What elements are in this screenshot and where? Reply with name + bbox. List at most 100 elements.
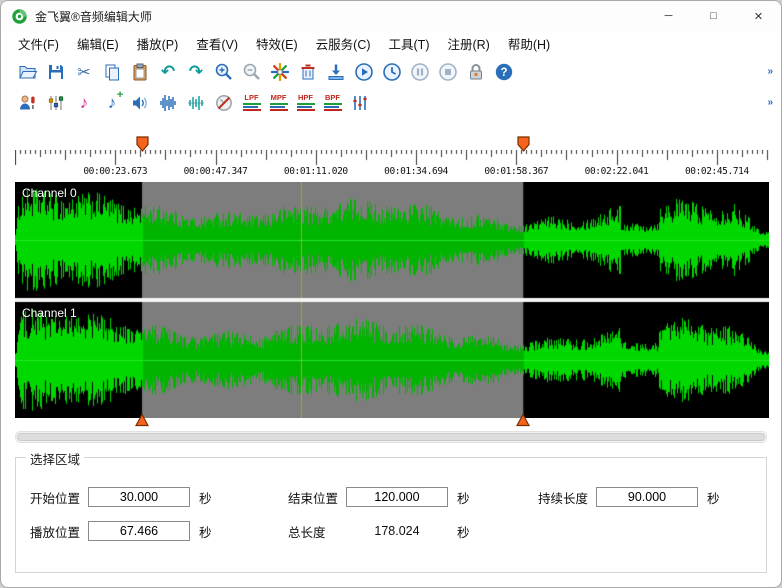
- open-folder-icon: [18, 62, 38, 82]
- selection-end-marker-top[interactable]: [517, 136, 530, 152]
- record-button[interactable]: [14, 89, 42, 116]
- waveform-panel: Channel 0 Channel 1: [15, 182, 767, 418]
- cut-scissors-icon: ✂: [74, 62, 94, 82]
- play-circle-icon: [354, 62, 374, 82]
- waveform-alt-button[interactable]: [182, 89, 210, 116]
- ruler-time-label: 00:01:58.367: [484, 166, 548, 177]
- duration-label: 持续长度: [538, 488, 596, 507]
- copy-button[interactable]: [98, 58, 126, 85]
- effects-button[interactable]: [266, 58, 294, 85]
- menu-item-6[interactable]: 云服务(C): [307, 31, 380, 56]
- play-position-unit: 秒: [199, 522, 212, 541]
- close-button[interactable]: ✕: [736, 1, 781, 31]
- filter-bpf-button[interactable]: BPF: [319, 91, 346, 115]
- window-controls: ─ □ ✕: [646, 1, 781, 31]
- ruler-time-label: 00:00:23.673: [83, 166, 147, 177]
- cut-button[interactable]: ✂: [70, 58, 98, 85]
- total-length-field: 总长度 178.024 秒: [288, 520, 470, 542]
- filter-hpf-button[interactable]: HPF: [292, 91, 319, 115]
- mpf-label: MPF: [271, 94, 287, 102]
- redo-button[interactable]: ↷: [182, 58, 210, 85]
- total-length-label: 总长度: [288, 522, 346, 541]
- zoom-out-button[interactable]: [238, 58, 266, 85]
- menu-item-7[interactable]: 工具(T): [380, 31, 439, 56]
- lock-icon: [466, 62, 486, 82]
- selection-end-marker-bottom[interactable]: [516, 413, 530, 427]
- toolbar-overflow-icon-2[interactable]: »: [767, 97, 773, 108]
- minimize-button[interactable]: ─: [646, 1, 691, 31]
- window-title: 金飞翼®音频编辑大师: [35, 8, 152, 25]
- waveform-view-button[interactable]: [154, 89, 182, 116]
- speaker-button[interactable]: [126, 89, 154, 116]
- equalizer-button[interactable]: [346, 89, 374, 116]
- note-add-button[interactable]: ♪+: [98, 89, 126, 116]
- end-position-label: 结束位置: [288, 488, 346, 507]
- play-timer-button[interactable]: [378, 58, 406, 85]
- trash-icon: [298, 62, 318, 82]
- gauge-disabled-icon: [214, 93, 234, 113]
- help-icon: ?: [494, 62, 514, 82]
- filter-lpf-button[interactable]: LPF: [238, 91, 265, 115]
- scrollbar-thumb[interactable]: [17, 433, 765, 441]
- paste-button[interactable]: [126, 58, 154, 85]
- menu-item-9[interactable]: 帮助(H): [499, 31, 559, 56]
- menu-item-4[interactable]: 查看(V): [187, 31, 247, 56]
- horizontal-scrollbar[interactable]: [15, 431, 767, 443]
- note-button[interactable]: ♪: [70, 89, 98, 116]
- lpf-label: LPF: [244, 94, 258, 102]
- gauge-disabled-button[interactable]: [210, 89, 238, 116]
- maximize-button[interactable]: □: [691, 1, 736, 31]
- lock-button[interactable]: [462, 58, 490, 85]
- selection-start-marker-top[interactable]: [136, 136, 149, 152]
- paste-icon: [130, 62, 150, 82]
- toolbar-overflow-icon[interactable]: »: [767, 66, 773, 77]
- filter-mpf-button[interactable]: MPF: [265, 91, 292, 115]
- waveform-alt-icon: [186, 93, 206, 113]
- play-position-input[interactable]: [88, 521, 190, 541]
- music-note-add-icon: ♪+: [108, 94, 117, 111]
- clock-circle-icon: [382, 62, 402, 82]
- bpf-bars-icon: [324, 102, 342, 111]
- menu-item-2[interactable]: 编辑(E): [68, 31, 128, 56]
- stop-button[interactable]: [434, 58, 462, 85]
- title-bar: 金飞翼®音频编辑大师 ─ □ ✕: [1, 1, 781, 31]
- menu-item-3[interactable]: 播放(P): [128, 31, 188, 56]
- zoom-in-button[interactable]: [210, 58, 238, 85]
- pause-button[interactable]: [406, 58, 434, 85]
- menu-item-8[interactable]: 注册(R): [438, 31, 498, 56]
- save-button[interactable]: [42, 58, 70, 85]
- waveform-canvas[interactable]: [15, 182, 769, 418]
- timeline-ruler[interactable]: 00:00:23.67300:00:47.34700:01:11.02000:0…: [15, 136, 767, 182]
- ruler-time-label: 00:01:34.694: [384, 166, 448, 177]
- play-position-label: 播放位置: [30, 522, 88, 541]
- channel-0-label: Channel 0: [22, 186, 77, 200]
- redo-icon: ↷: [189, 63, 203, 80]
- start-position-input[interactable]: [88, 487, 190, 507]
- duration-field: 持续长度 秒: [538, 486, 720, 508]
- total-length-unit: 秒: [457, 522, 470, 541]
- menu-item-5[interactable]: 特效(E): [247, 31, 307, 56]
- mix-down-button[interactable]: [322, 58, 350, 85]
- copy-icon: [102, 62, 122, 82]
- play-button[interactable]: [350, 58, 378, 85]
- hpf-label: HPF: [298, 94, 313, 102]
- total-length-value: 178.024: [346, 524, 448, 538]
- svg-text:?: ?: [500, 67, 507, 79]
- toolbar-row-1: ✂ ↶ ↷: [1, 56, 781, 87]
- effects-star-icon: [270, 62, 290, 82]
- end-position-input[interactable]: [346, 487, 448, 507]
- open-button[interactable]: [14, 58, 42, 85]
- help-button[interactable]: ?: [490, 58, 518, 85]
- undo-button[interactable]: ↶: [154, 58, 182, 85]
- lpf-bars-icon: [243, 102, 261, 111]
- app-logo-icon: [11, 8, 28, 25]
- delete-button[interactable]: [294, 58, 322, 85]
- menu-item-1[interactable]: 文件(F): [9, 31, 68, 56]
- zoom-out-icon: [242, 62, 262, 82]
- selection-start-marker-bottom[interactable]: [135, 413, 149, 427]
- hpf-bars-icon: [297, 102, 315, 111]
- mixer-button[interactable]: [42, 89, 70, 116]
- duration-input[interactable]: [596, 487, 698, 507]
- ruler-time-label: 00:02:45.714: [685, 166, 749, 177]
- panel-title: 选择区域: [26, 449, 84, 468]
